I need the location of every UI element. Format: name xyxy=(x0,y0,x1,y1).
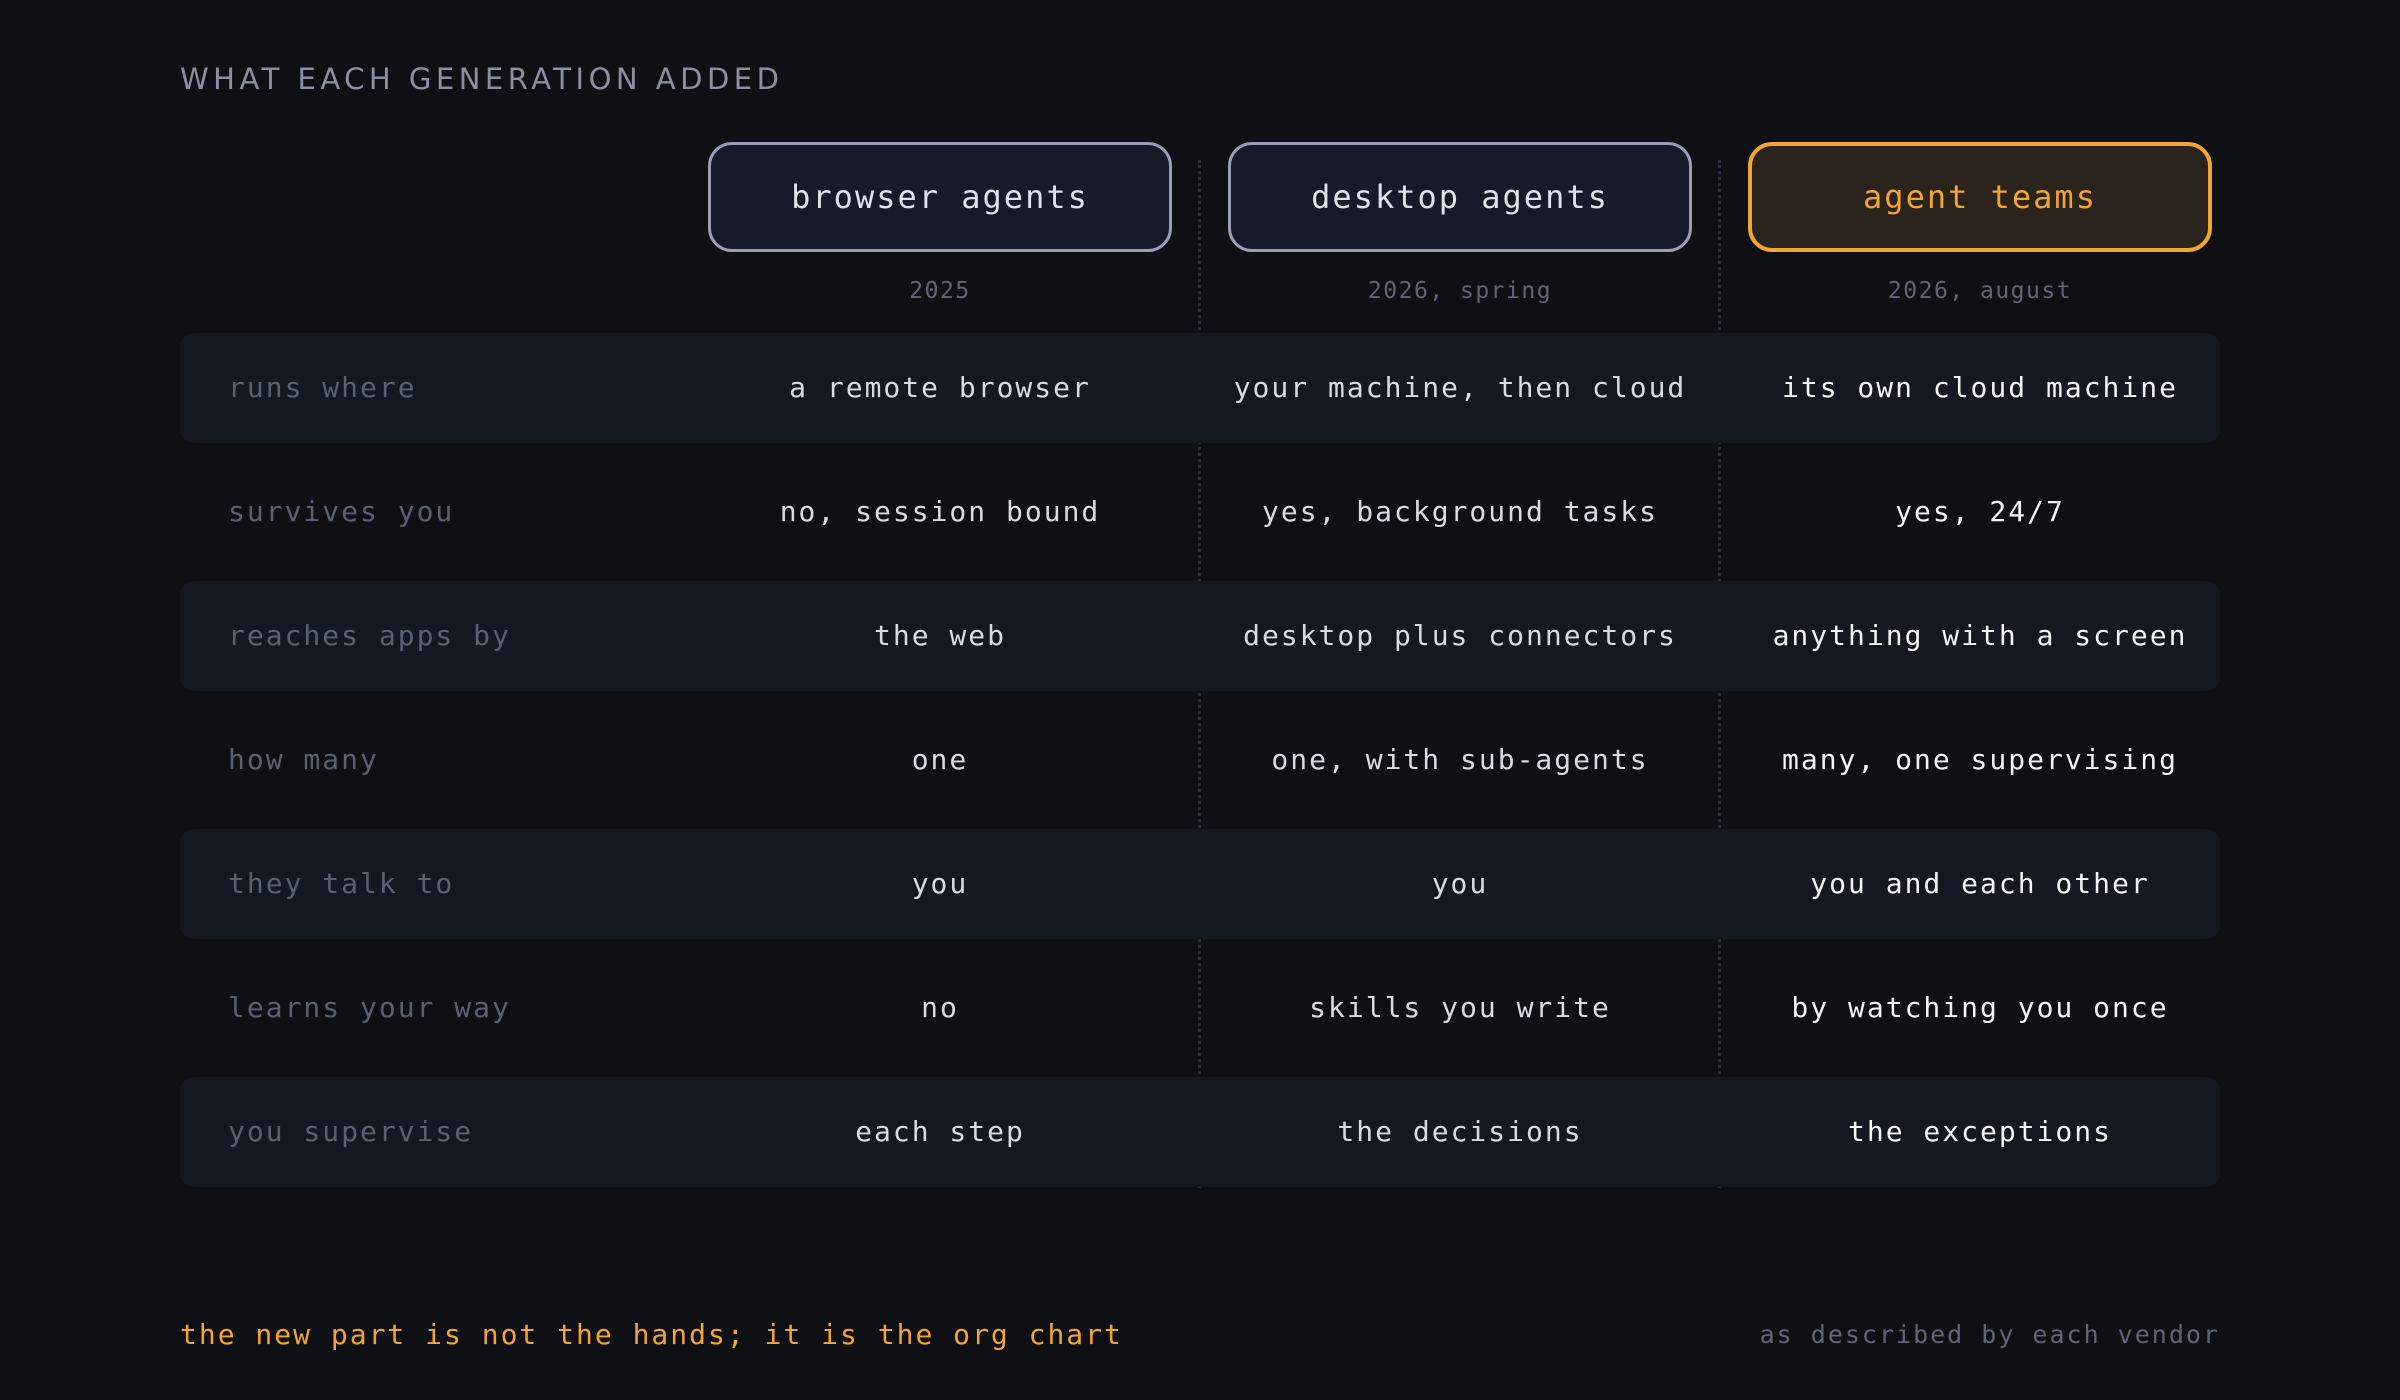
row-label: how many xyxy=(228,743,379,776)
table-cell: one, with sub-agents xyxy=(1271,743,1649,776)
column-year: 2026, august xyxy=(1887,278,2073,304)
table-row: how many one one, with sub-agents many, … xyxy=(180,705,2220,815)
table-cell: you xyxy=(1431,867,1489,900)
table-cell: anything with a screen xyxy=(1772,619,2188,652)
table-cell: you and each other xyxy=(1810,867,2150,900)
table-cell: the exceptions xyxy=(1847,1115,2112,1148)
table-cell: skills you write xyxy=(1309,991,1611,1024)
row-label: reaches apps by xyxy=(228,619,511,652)
column-header-desktop-agents: desktop agents xyxy=(1228,142,1692,252)
column-header-label: desktop agents xyxy=(1311,178,1609,216)
table-row: runs where a remote browser your machine… xyxy=(180,333,2220,443)
section-title: WHAT EACH GENERATION ADDED xyxy=(180,62,784,96)
row-label: they talk to xyxy=(228,867,455,900)
table-cell: many, one supervising xyxy=(1781,743,2178,776)
footer-tagline: the new part is not the hands; it is the… xyxy=(180,1318,1123,1351)
table-cell: its own cloud machine xyxy=(1781,371,2178,404)
table-cell: you xyxy=(911,867,969,900)
column-year: 2026, spring xyxy=(1367,278,1553,304)
row-label: survives you xyxy=(228,495,455,528)
table-row: they talk to you you you and each other xyxy=(180,829,2220,939)
column-header-browser-agents: browser agents xyxy=(708,142,1172,252)
table-cell: no xyxy=(921,991,959,1024)
table-cell: the decisions xyxy=(1337,1115,1583,1148)
table-cell: the web xyxy=(873,619,1006,652)
footer-source-note: as described by each vendor xyxy=(1759,1320,2220,1349)
table-cell: a remote browser xyxy=(789,371,1091,404)
table-cell: by watching you once xyxy=(1791,991,2169,1024)
column-header-label: agent teams xyxy=(1863,178,2097,216)
column-header-label: browser agents xyxy=(791,178,1089,216)
row-label: runs where xyxy=(228,371,417,404)
table-row: you supervise each step the decisions th… xyxy=(180,1077,2220,1187)
table-cell: your machine, then cloud xyxy=(1233,371,1687,404)
table-cell: yes, background tasks xyxy=(1261,495,1658,528)
table-cell: each step xyxy=(855,1115,1025,1148)
column-header-agent-teams: agent teams xyxy=(1748,142,2212,252)
table-cell: desktop plus connectors xyxy=(1243,619,1677,652)
row-label: learns your way xyxy=(228,991,511,1024)
table-cell: one xyxy=(911,743,969,776)
table-cell: yes, 24/7 xyxy=(1895,495,2065,528)
table-row: learns your way no skills you write by w… xyxy=(180,953,2220,1063)
column-year: 2025 xyxy=(909,278,971,304)
table-row: survives you no, session bound yes, back… xyxy=(180,457,2220,567)
table-row: reaches apps by the web desktop plus con… xyxy=(180,581,2220,691)
table-cell: no, session bound xyxy=(779,495,1101,528)
row-label: you supervise xyxy=(228,1115,474,1148)
